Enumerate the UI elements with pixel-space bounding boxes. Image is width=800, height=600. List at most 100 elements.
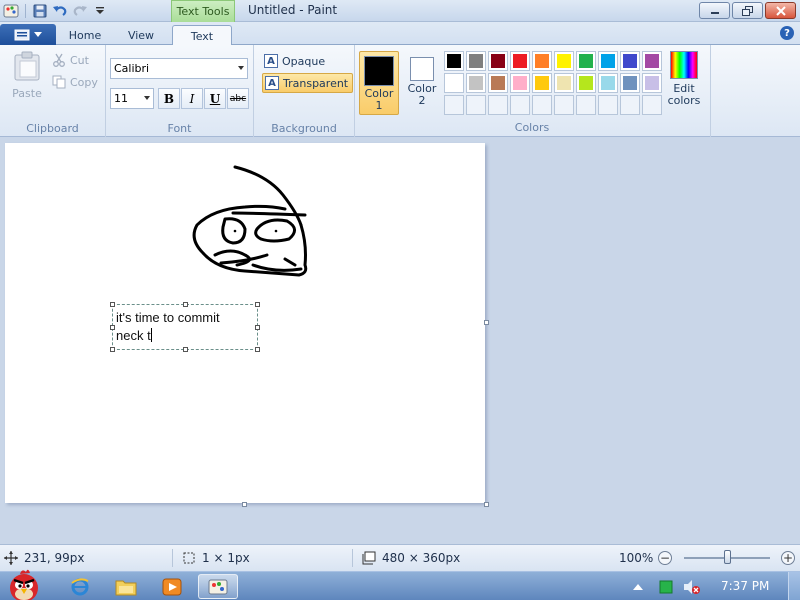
- palette-swatch[interactable]: [466, 51, 486, 71]
- custom-color-slot[interactable]: [510, 95, 530, 115]
- resize-handle[interactable]: [255, 302, 260, 307]
- drawing-canvas[interactable]: it's time to commit neck t: [5, 143, 485, 503]
- scissors-icon: [53, 53, 65, 67]
- resize-handle[interactable]: [255, 325, 260, 330]
- paste-label: Paste: [12, 87, 42, 100]
- custom-color-slot[interactable]: [642, 95, 662, 115]
- palette-swatch[interactable]: [466, 73, 486, 93]
- strikethrough-button[interactable]: abc: [227, 88, 249, 109]
- underline-button[interactable]: U: [204, 88, 226, 109]
- paint-taskbar-button[interactable]: [198, 574, 238, 599]
- color-1-label: Color 1: [364, 87, 394, 112]
- cursor-position: 231, 99px: [4, 551, 85, 565]
- tab-home[interactable]: Home: [62, 25, 108, 45]
- paste-button[interactable]: Paste: [8, 51, 46, 103]
- palette-swatch[interactable]: [510, 51, 530, 71]
- restore-button[interactable]: [732, 2, 763, 19]
- palette-swatch[interactable]: [444, 51, 464, 71]
- group-divider: [354, 45, 355, 137]
- close-button[interactable]: [765, 2, 796, 19]
- zoom-out-button[interactable]: −: [658, 551, 672, 565]
- palette-swatch[interactable]: [642, 73, 662, 93]
- custom-color-slot[interactable]: [620, 95, 640, 115]
- clipboard-group: Paste Cut Copy Clipboard: [0, 45, 106, 137]
- palette-swatch[interactable]: [620, 73, 640, 93]
- custom-color-slot[interactable]: [466, 95, 486, 115]
- palette-swatch[interactable]: [598, 51, 618, 71]
- custom-color-slot[interactable]: [444, 95, 464, 115]
- tab-view[interactable]: View: [118, 25, 164, 45]
- custom-color-slot[interactable]: [576, 95, 596, 115]
- paint-menu-icon: [14, 29, 30, 40]
- palette-swatch[interactable]: [532, 51, 552, 71]
- palette-swatch[interactable]: [576, 51, 596, 71]
- volume-muted-icon[interactable]: [680, 574, 704, 599]
- zoom-in-button[interactable]: +: [781, 551, 795, 565]
- bold-button[interactable]: B: [158, 88, 180, 109]
- minimize-button[interactable]: [699, 2, 730, 19]
- zoom-slider-thumb[interactable]: [723, 550, 731, 564]
- resize-handle[interactable]: [110, 347, 115, 352]
- resize-handle[interactable]: [255, 347, 260, 352]
- cut-button[interactable]: Cut: [52, 53, 89, 67]
- palette-swatch[interactable]: [554, 51, 574, 71]
- show-hidden-icons-button[interactable]: [626, 574, 650, 599]
- resize-handle[interactable]: [183, 347, 188, 352]
- palette-swatch[interactable]: [598, 73, 618, 93]
- edit-colors-button[interactable]: Edit colors: [666, 51, 702, 107]
- palette-swatch[interactable]: [488, 51, 508, 71]
- customize-qat-icon[interactable]: [91, 2, 109, 20]
- swatch-fill: [535, 54, 549, 68]
- redo-icon[interactable]: [71, 2, 89, 20]
- color-2-button[interactable]: Color 2: [402, 51, 442, 115]
- media-player-icon[interactable]: [152, 574, 192, 599]
- text-box-content[interactable]: it's time to commit neck t: [116, 309, 220, 345]
- palette-swatch[interactable]: [554, 73, 574, 93]
- selection-size: 1 × 1px: [182, 551, 250, 565]
- file-explorer-icon[interactable]: [106, 574, 146, 599]
- show-desktop-button[interactable]: [788, 572, 800, 600]
- custom-color-slot[interactable]: [554, 95, 574, 115]
- custom-color-slot[interactable]: [488, 95, 508, 115]
- cut-label: Cut: [70, 53, 89, 67]
- palette-swatch[interactable]: [576, 73, 596, 93]
- cursor-position-value: 231, 99px: [24, 551, 85, 565]
- undo-icon[interactable]: [51, 2, 69, 20]
- canvas-resize-handle-bottom[interactable]: [242, 502, 247, 507]
- custom-color-slot[interactable]: [532, 95, 552, 115]
- ribbon-tab-row: Home View Text ?: [0, 22, 800, 46]
- palette-swatch[interactable]: [488, 73, 508, 93]
- font-size-select[interactable]: 11: [110, 88, 154, 109]
- paint-menu-button[interactable]: [0, 24, 56, 45]
- copy-label: Copy: [70, 75, 98, 89]
- palette-swatch[interactable]: [532, 73, 552, 93]
- start-button[interactable]: [2, 566, 46, 600]
- taskbar-clock[interactable]: 7:37 PM: [721, 579, 769, 593]
- swatch-fill: [513, 76, 527, 90]
- copy-button[interactable]: Copy: [52, 75, 98, 89]
- canvas-resize-handle-corner[interactable]: [484, 502, 489, 507]
- palette-swatch[interactable]: [642, 51, 662, 71]
- canvas-resize-handle-right[interactable]: [484, 320, 489, 325]
- text-box[interactable]: it's time to commit neck t: [110, 302, 260, 352]
- resize-handle[interactable]: [183, 302, 188, 307]
- custom-color-slot[interactable]: [598, 95, 618, 115]
- palette-swatch[interactable]: [620, 51, 640, 71]
- resize-handle[interactable]: [110, 302, 115, 307]
- paint-app-icon[interactable]: [2, 2, 20, 20]
- resize-handle[interactable]: [110, 325, 115, 330]
- internet-explorer-icon[interactable]: [60, 574, 100, 599]
- opaque-button[interactable]: A Opaque: [262, 51, 329, 71]
- color-1-button[interactable]: Color 1: [359, 51, 399, 115]
- font-family-select[interactable]: Calibri: [110, 58, 248, 79]
- transparent-button[interactable]: A Transparent: [262, 73, 354, 93]
- swatch-fill: [557, 54, 571, 68]
- help-icon[interactable]: ?: [780, 26, 794, 40]
- canvas-workspace: it's time to commit neck t: [0, 138, 800, 544]
- palette-swatch[interactable]: [444, 73, 464, 93]
- tab-text[interactable]: Text: [172, 25, 232, 46]
- palette-swatch[interactable]: [510, 73, 530, 93]
- italic-button[interactable]: I: [181, 88, 203, 109]
- save-icon[interactable]: [31, 2, 49, 20]
- action-center-icon[interactable]: [654, 574, 678, 599]
